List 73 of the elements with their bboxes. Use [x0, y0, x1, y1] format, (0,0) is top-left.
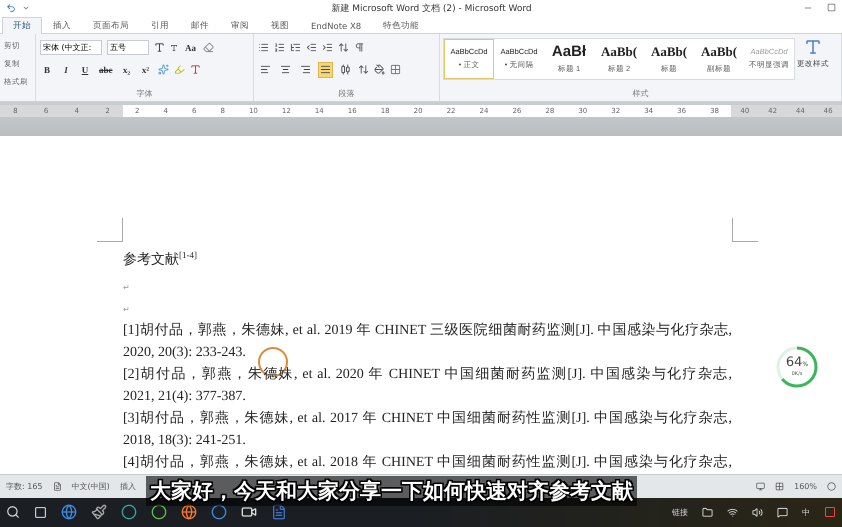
- reference-text: 2020, 20(3): 233-243.: [123, 344, 246, 362]
- volume-icon[interactable]: [752, 506, 763, 518]
- ribbon-tab[interactable]: 开始: [2, 16, 42, 34]
- zoom-level[interactable]: 160%: [794, 482, 817, 491]
- font-color-icon[interactable]: [190, 64, 200, 76]
- page-corner-mark: [97, 218, 123, 242]
- ribbon-tab[interactable]: 视图: [260, 16, 300, 34]
- undo-icon[interactable]: [6, 3, 16, 14]
- clear-format-icon[interactable]: [203, 42, 214, 54]
- underline-button[interactable]: U: [78, 62, 92, 78]
- paint-icon[interactable]: [91, 504, 107, 520]
- input-method[interactable]: 中: [802, 506, 810, 518]
- decrease-indent-icon[interactable]: [306, 42, 317, 54]
- word-app-icon[interactable]: [271, 504, 287, 520]
- superscript-button[interactable]: x²: [138, 62, 152, 78]
- ribbon-tab[interactable]: EndNote X8: [300, 18, 372, 34]
- text-effect-icon[interactable]: [158, 64, 168, 76]
- ribbon-tab[interactable]: 页面布局: [82, 16, 140, 34]
- page-corner-mark: [732, 218, 758, 242]
- italic-button[interactable]: I: [59, 62, 73, 78]
- insert-mode[interactable]: 插入: [120, 480, 136, 492]
- bullet-list-icon[interactable]: [258, 42, 269, 54]
- subscript-button[interactable]: x₂: [120, 62, 134, 78]
- print-layout-icon[interactable]: [756, 482, 766, 491]
- group-label: 样式: [632, 88, 650, 100]
- styles-icon: [804, 38, 822, 56]
- borders-icon[interactable]: [390, 64, 401, 76]
- wifi-icon[interactable]: [727, 506, 738, 518]
- multilevel-list-icon[interactable]: [290, 42, 301, 54]
- line-spacing-icon[interactable]: [358, 64, 369, 76]
- ribbon-tab[interactable]: 邮件: [180, 16, 220, 34]
- progress-ring-icon: [774, 344, 820, 390]
- link-label[interactable]: 链接: [672, 506, 688, 518]
- ribbon-tab[interactable]: 插入: [42, 16, 82, 34]
- shrink-font-icon[interactable]: [170, 44, 178, 52]
- maximize-icon[interactable]: [827, 3, 836, 12]
- paragraph-mark: ↵: [123, 304, 130, 314]
- ribbon-tab[interactable]: 审阅: [220, 16, 260, 34]
- show-marks-icon[interactable]: [354, 42, 365, 54]
- reference-text: 2018, 18(3): 241-251.: [123, 432, 246, 450]
- bold-button[interactable]: B: [40, 62, 54, 78]
- tray-app-icon[interactable]: [824, 506, 836, 518]
- proofing-icon[interactable]: [52, 482, 62, 491]
- reference-text: [1]胡付品，郭燕，朱德妹, et al. 2019 年 CHINET 三级医院细菌耐药监测[J]. 中国感染与化疗杂志,: [123, 321, 732, 340]
- align-button[interactable]: [318, 62, 333, 78]
- grow-font-icon[interactable]: [154, 42, 165, 54]
- word-count[interactable]: 字数: 165: [6, 480, 43, 492]
- language-status[interactable]: 中文(中国): [72, 480, 110, 492]
- strikethrough-button[interactable]: abc: [97, 62, 114, 78]
- window-title: 新建 Microsoft Word 文档 (2) - Microsoft Word: [330, 2, 533, 15]
- sort-icon[interactable]: [338, 42, 349, 54]
- numbered-list-icon[interactable]: [274, 42, 285, 54]
- folder-icon[interactable]: [702, 506, 713, 518]
- task-view-icon[interactable]: [34, 506, 47, 519]
- search-icon[interactable]: [6, 505, 20, 520]
- change-case-button[interactable]: Aa: [183, 40, 198, 56]
- increase-indent-icon[interactable]: [322, 42, 333, 54]
- web-layout-icon[interactable]: [775, 482, 784, 491]
- reference-text: [4]胡付品，郭燕，朱德妹, et al. 2018 年 CHINET 中国细菌耐药性监测[J]. 中国感染与化疗杂志,: [123, 453, 732, 472]
- reference-text: 2021, 21(4): 377-387.: [123, 388, 246, 406]
- notification-icon[interactable]: [777, 506, 788, 518]
- reference-text: [3]胡付品，郭燕，朱德妹, et al. 2017 年 CHINET 中国细菌耐药性监测[J]. 中国感染与化疗杂志,: [123, 409, 732, 428]
- zoom-out-icon[interactable]: [827, 482, 836, 491]
- ribbon-tab[interactable]: 引用: [140, 16, 180, 34]
- shading-icon[interactable]: [374, 64, 385, 76]
- group-label: 字体: [136, 88, 154, 100]
- browser-icon[interactable]: [61, 504, 77, 520]
- font-size-field[interactable]: 五号: [107, 40, 149, 56]
- ribbon-tab[interactable]: 特色功能: [372, 16, 430, 34]
- paragraph-mark: ↵: [123, 282, 130, 292]
- group-label: 段落: [338, 88, 356, 100]
- references-heading: 参考文献$^{[1-4]}$: [123, 248, 198, 270]
- font-name-field[interactable]: 宋体 (中文正:: [40, 40, 102, 56]
